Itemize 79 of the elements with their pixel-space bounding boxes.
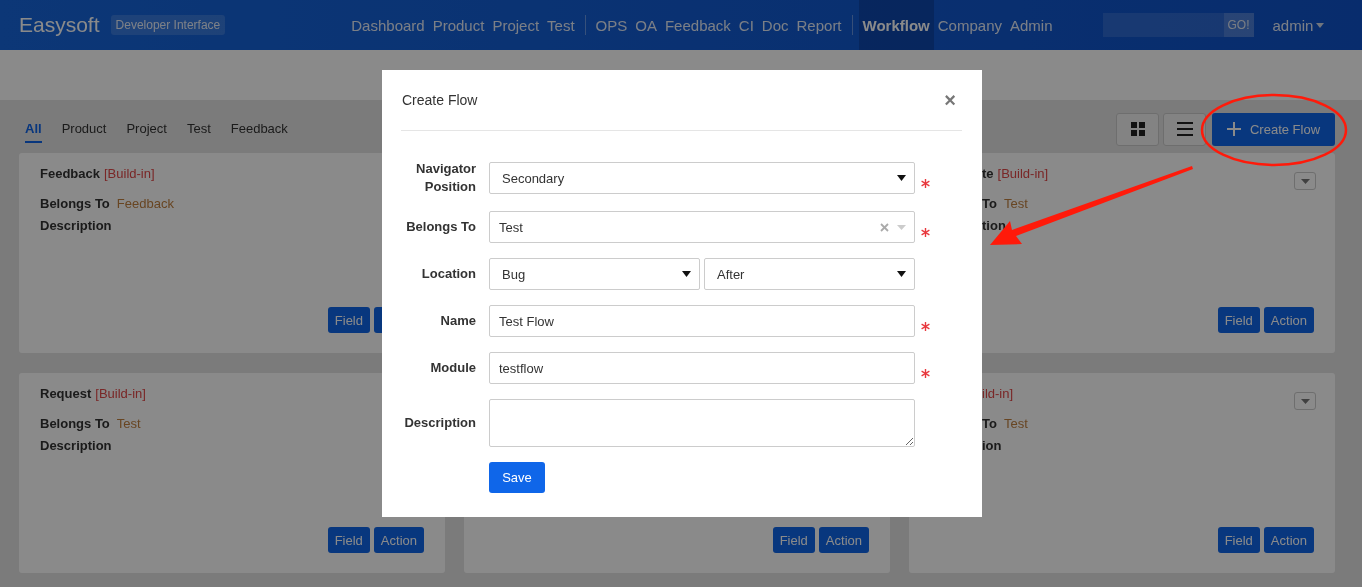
caret-icon (897, 175, 906, 181)
card-action-button[interactable]: Action (1263, 307, 1314, 333)
nav-link[interactable]: Doc (757, 0, 793, 50)
nav-link[interactable]: Product (428, 0, 489, 50)
create-flow-button[interactable]: Create Flow (1212, 112, 1335, 146)
card-action-button[interactable]: Action (818, 527, 869, 553)
list-view-button[interactable] (1163, 112, 1206, 146)
card-title: te (982, 166, 994, 181)
filter-tab[interactable]: All (25, 115, 42, 143)
filter-tab[interactable]: Product (61, 115, 107, 143)
caret-icon (682, 271, 691, 277)
nav-link[interactable]: OA (631, 0, 661, 50)
build-in-tag: [Build-in] (95, 386, 146, 401)
card-menu-button[interactable] (1294, 392, 1316, 410)
build-in-tag: ild-in] (982, 386, 1014, 401)
description-label: ion (982, 438, 1002, 453)
card-title: Request (40, 386, 92, 401)
card-action-button[interactable]: Field (1217, 307, 1260, 333)
nav-link[interactable]: Report (792, 0, 846, 50)
nav-link[interactable]: Admin (1006, 0, 1057, 50)
field-label: Module (429, 359, 476, 377)
field-label: Description (403, 414, 476, 432)
field-label: Navigator Position (415, 160, 476, 196)
build-in-tag: [Build-in] (997, 166, 1049, 181)
card-action-button[interactable]: Action (1263, 527, 1314, 553)
select-field[interactable]: Secondary (489, 162, 915, 194)
description-label: Description (40, 438, 112, 453)
close-button[interactable]: × (938, 88, 962, 112)
field-label: Belongs To (405, 218, 476, 236)
select-field[interactable]: After (704, 258, 915, 290)
card-action-button[interactable]: Field (327, 307, 370, 333)
select-field[interactable]: Test (489, 211, 915, 243)
filter-tab[interactable]: Project (126, 115, 167, 143)
card-action-button[interactable]: Field (772, 527, 815, 553)
belongs-label: Belongs To (40, 196, 110, 211)
clear-icon (880, 222, 889, 232)
grid-view-button[interactable] (1116, 112, 1159, 146)
user-menu[interactable]: admin (1272, 16, 1325, 34)
caret-icon (1300, 178, 1310, 184)
dialog-title: Create Flow (402, 92, 478, 108)
filter-tab[interactable]: Test (186, 115, 211, 143)
card-action-button[interactable]: Action (373, 527, 424, 553)
belongs-value: Test (1003, 416, 1028, 431)
caret-icon (1300, 398, 1310, 404)
belongs-value: Test (1003, 196, 1028, 211)
description-label: Description (40, 218, 112, 233)
filter-tab[interactable]: Feedback (230, 115, 288, 143)
text-field[interactable]: testflow (489, 352, 915, 384)
build-in-tag: [Build-in] (104, 166, 155, 181)
caret-icon (897, 271, 906, 277)
select-field[interactable]: Bug (489, 258, 700, 290)
nav-link[interactable]: Company (933, 0, 1006, 50)
description-field[interactable] (489, 399, 915, 447)
nav-link[interactable]: Dashboard (347, 0, 429, 50)
brand-name: Easysoft (19, 13, 100, 37)
card-action-button[interactable]: Field (327, 527, 370, 553)
list-icon (1176, 122, 1193, 136)
save-button[interactable]: Save (489, 462, 545, 493)
belongs-value: Test (116, 416, 141, 431)
belongs-label: Belongs To (40, 416, 110, 431)
text-field[interactable]: Test Flow (489, 305, 915, 337)
nav-link[interactable]: Test (543, 0, 579, 50)
caret-icon (1316, 22, 1325, 28)
card-action-button[interactable]: Field (1217, 527, 1260, 553)
nav-link[interactable]: OPS (591, 0, 632, 50)
field-label: Name (439, 312, 476, 330)
plus-icon (1226, 122, 1241, 136)
grid-icon (1130, 122, 1145, 136)
nav-link[interactable]: CI (734, 0, 758, 50)
caret-icon (897, 224, 906, 230)
belongs-value: Feedback (116, 196, 174, 211)
nav-link[interactable]: Project (488, 0, 544, 50)
description-label: tion (982, 218, 1006, 233)
nav-link[interactable]: Feedback (660, 0, 735, 50)
belongs-label: To (982, 196, 997, 211)
card-menu-button[interactable] (1294, 172, 1316, 190)
field-label: Location (420, 265, 476, 283)
card-title: Feedback (40, 166, 100, 181)
belongs-label: To (982, 416, 997, 431)
